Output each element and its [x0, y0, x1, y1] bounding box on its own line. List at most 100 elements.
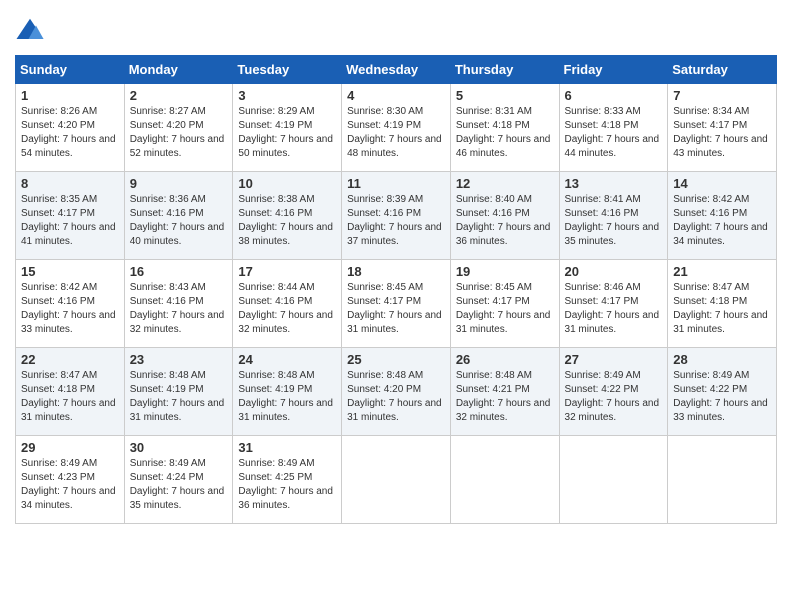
- calendar-cell: 30 Sunrise: 8:49 AMSunset: 4:24 PMDaylig…: [124, 436, 233, 524]
- cell-info: Sunrise: 8:27 AMSunset: 4:20 PMDaylight:…: [130, 106, 225, 159]
- logo: [15, 15, 49, 45]
- calendar-cell: 21 Sunrise: 8:47 AMSunset: 4:18 PMDaylig…: [668, 260, 777, 348]
- cell-info: Sunrise: 8:35 AMSunset: 4:17 PMDaylight:…: [21, 194, 116, 247]
- cell-info: Sunrise: 8:36 AMSunset: 4:16 PMDaylight:…: [130, 194, 225, 247]
- day-number: 17: [238, 264, 336, 279]
- day-number: 6: [565, 88, 663, 103]
- day-number: 24: [238, 352, 336, 367]
- day-number: 16: [130, 264, 228, 279]
- cell-info: Sunrise: 8:48 AMSunset: 4:19 PMDaylight:…: [130, 370, 225, 423]
- day-number: 2: [130, 88, 228, 103]
- calendar-cell: 22 Sunrise: 8:47 AMSunset: 4:18 PMDaylig…: [16, 348, 125, 436]
- cell-info: Sunrise: 8:39 AMSunset: 4:16 PMDaylight:…: [347, 194, 442, 247]
- cell-info: Sunrise: 8:49 AMSunset: 4:22 PMDaylight:…: [565, 370, 660, 423]
- calendar-week: 22 Sunrise: 8:47 AMSunset: 4:18 PMDaylig…: [16, 348, 777, 436]
- calendar-cell: 26 Sunrise: 8:48 AMSunset: 4:21 PMDaylig…: [450, 348, 559, 436]
- day-number: 10: [238, 176, 336, 191]
- calendar-cell: 28 Sunrise: 8:49 AMSunset: 4:22 PMDaylig…: [668, 348, 777, 436]
- day-number: 13: [565, 176, 663, 191]
- day-number: 7: [673, 88, 771, 103]
- calendar-week: 15 Sunrise: 8:42 AMSunset: 4:16 PMDaylig…: [16, 260, 777, 348]
- cell-info: Sunrise: 8:47 AMSunset: 4:18 PMDaylight:…: [21, 370, 116, 423]
- day-number: 27: [565, 352, 663, 367]
- cell-info: Sunrise: 8:38 AMSunset: 4:16 PMDaylight:…: [238, 194, 333, 247]
- calendar-cell: 5 Sunrise: 8:31 AMSunset: 4:18 PMDayligh…: [450, 84, 559, 172]
- day-number: 30: [130, 440, 228, 455]
- cell-info: Sunrise: 8:48 AMSunset: 4:19 PMDaylight:…: [238, 370, 333, 423]
- cell-info: Sunrise: 8:46 AMSunset: 4:17 PMDaylight:…: [565, 282, 660, 335]
- day-number: 5: [456, 88, 554, 103]
- header-day: Tuesday: [233, 56, 342, 84]
- header-day: Sunday: [16, 56, 125, 84]
- calendar-cell: 10 Sunrise: 8:38 AMSunset: 4:16 PMDaylig…: [233, 172, 342, 260]
- calendar-cell: 7 Sunrise: 8:34 AMSunset: 4:17 PMDayligh…: [668, 84, 777, 172]
- calendar-cell: 16 Sunrise: 8:43 AMSunset: 4:16 PMDaylig…: [124, 260, 233, 348]
- cell-info: Sunrise: 8:41 AMSunset: 4:16 PMDaylight:…: [565, 194, 660, 247]
- calendar-cell: 1 Sunrise: 8:26 AMSunset: 4:20 PMDayligh…: [16, 84, 125, 172]
- header: [15, 15, 777, 45]
- cell-info: Sunrise: 8:30 AMSunset: 4:19 PMDaylight:…: [347, 106, 442, 159]
- day-number: 19: [456, 264, 554, 279]
- day-number: 11: [347, 176, 445, 191]
- cell-info: Sunrise: 8:49 AMSunset: 4:23 PMDaylight:…: [21, 458, 116, 511]
- cell-info: Sunrise: 8:29 AMSunset: 4:19 PMDaylight:…: [238, 106, 333, 159]
- cell-info: Sunrise: 8:26 AMSunset: 4:20 PMDaylight:…: [21, 106, 116, 159]
- calendar-cell: 20 Sunrise: 8:46 AMSunset: 4:17 PMDaylig…: [559, 260, 668, 348]
- day-number: 28: [673, 352, 771, 367]
- day-number: 9: [130, 176, 228, 191]
- logo-icon: [15, 15, 45, 45]
- cell-info: Sunrise: 8:45 AMSunset: 4:17 PMDaylight:…: [347, 282, 442, 335]
- cell-info: Sunrise: 8:45 AMSunset: 4:17 PMDaylight:…: [456, 282, 551, 335]
- calendar-cell: 4 Sunrise: 8:30 AMSunset: 4:19 PMDayligh…: [342, 84, 451, 172]
- calendar-cell: 27 Sunrise: 8:49 AMSunset: 4:22 PMDaylig…: [559, 348, 668, 436]
- calendar-week: 1 Sunrise: 8:26 AMSunset: 4:20 PMDayligh…: [16, 84, 777, 172]
- calendar-cell: 18 Sunrise: 8:45 AMSunset: 4:17 PMDaylig…: [342, 260, 451, 348]
- cell-info: Sunrise: 8:42 AMSunset: 4:16 PMDaylight:…: [673, 194, 768, 247]
- day-number: 29: [21, 440, 119, 455]
- calendar-cell: 2 Sunrise: 8:27 AMSunset: 4:20 PMDayligh…: [124, 84, 233, 172]
- calendar-week: 29 Sunrise: 8:49 AMSunset: 4:23 PMDaylig…: [16, 436, 777, 524]
- header-row: SundayMondayTuesdayWednesdayThursdayFrid…: [16, 56, 777, 84]
- header-day: Thursday: [450, 56, 559, 84]
- cell-info: Sunrise: 8:48 AMSunset: 4:20 PMDaylight:…: [347, 370, 442, 423]
- calendar-cell: 9 Sunrise: 8:36 AMSunset: 4:16 PMDayligh…: [124, 172, 233, 260]
- day-number: 14: [673, 176, 771, 191]
- day-number: 22: [21, 352, 119, 367]
- calendar-body: 1 Sunrise: 8:26 AMSunset: 4:20 PMDayligh…: [16, 84, 777, 524]
- calendar-cell: 3 Sunrise: 8:29 AMSunset: 4:19 PMDayligh…: [233, 84, 342, 172]
- header-day: Friday: [559, 56, 668, 84]
- cell-info: Sunrise: 8:49 AMSunset: 4:25 PMDaylight:…: [238, 458, 333, 511]
- header-day: Monday: [124, 56, 233, 84]
- calendar-cell: [342, 436, 451, 524]
- day-number: 20: [565, 264, 663, 279]
- header-day: Saturday: [668, 56, 777, 84]
- day-number: 15: [21, 264, 119, 279]
- day-number: 12: [456, 176, 554, 191]
- day-number: 3: [238, 88, 336, 103]
- cell-info: Sunrise: 8:47 AMSunset: 4:18 PMDaylight:…: [673, 282, 768, 335]
- calendar-cell: 8 Sunrise: 8:35 AMSunset: 4:17 PMDayligh…: [16, 172, 125, 260]
- cell-info: Sunrise: 8:34 AMSunset: 4:17 PMDaylight:…: [673, 106, 768, 159]
- calendar-cell: 25 Sunrise: 8:48 AMSunset: 4:20 PMDaylig…: [342, 348, 451, 436]
- cell-info: Sunrise: 8:49 AMSunset: 4:24 PMDaylight:…: [130, 458, 225, 511]
- calendar-cell: 23 Sunrise: 8:48 AMSunset: 4:19 PMDaylig…: [124, 348, 233, 436]
- calendar-cell: 11 Sunrise: 8:39 AMSunset: 4:16 PMDaylig…: [342, 172, 451, 260]
- day-number: 18: [347, 264, 445, 279]
- calendar-cell: 19 Sunrise: 8:45 AMSunset: 4:17 PMDaylig…: [450, 260, 559, 348]
- calendar-cell: 31 Sunrise: 8:49 AMSunset: 4:25 PMDaylig…: [233, 436, 342, 524]
- cell-info: Sunrise: 8:44 AMSunset: 4:16 PMDaylight:…: [238, 282, 333, 335]
- cell-info: Sunrise: 8:31 AMSunset: 4:18 PMDaylight:…: [456, 106, 551, 159]
- calendar-cell: 15 Sunrise: 8:42 AMSunset: 4:16 PMDaylig…: [16, 260, 125, 348]
- day-number: 4: [347, 88, 445, 103]
- header-day: Wednesday: [342, 56, 451, 84]
- calendar-cell: 29 Sunrise: 8:49 AMSunset: 4:23 PMDaylig…: [16, 436, 125, 524]
- day-number: 25: [347, 352, 445, 367]
- cell-info: Sunrise: 8:42 AMSunset: 4:16 PMDaylight:…: [21, 282, 116, 335]
- day-number: 26: [456, 352, 554, 367]
- day-number: 23: [130, 352, 228, 367]
- calendar-cell: [559, 436, 668, 524]
- calendar-cell: 17 Sunrise: 8:44 AMSunset: 4:16 PMDaylig…: [233, 260, 342, 348]
- day-number: 21: [673, 264, 771, 279]
- cell-info: Sunrise: 8:43 AMSunset: 4:16 PMDaylight:…: [130, 282, 225, 335]
- calendar-cell: 13 Sunrise: 8:41 AMSunset: 4:16 PMDaylig…: [559, 172, 668, 260]
